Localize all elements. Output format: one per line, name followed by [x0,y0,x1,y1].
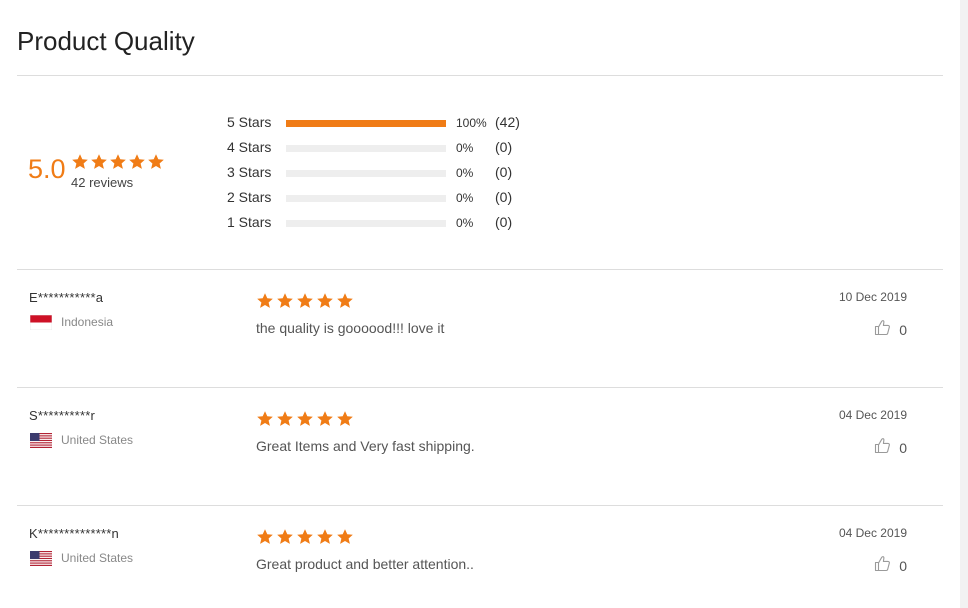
distribution-bar [286,120,446,127]
distribution-bar [286,145,446,152]
helpful-button[interactable]: 0 [874,437,907,459]
average-score: 5.0 [28,154,66,184]
review-text: Great product and better attention.. [256,556,474,572]
star-icon [277,293,293,308]
star-icon [148,154,164,169]
star-icon [297,411,313,426]
helpful-button[interactable]: 0 [874,319,907,341]
star-icon [317,411,333,426]
star-icon [257,529,273,544]
reviewer-name: E***********a [29,290,104,305]
distribution-label: 3 Stars [227,164,272,180]
star-icon [129,154,145,169]
review-item: K**************n United States Great pro… [17,506,943,608]
distribution-row-5[interactable]: 5 Stars 100% (42) [227,114,547,132]
star-icon [297,293,313,308]
star-icon [277,529,293,544]
distribution-row-2[interactable]: 2 Stars 0% (0) [227,189,547,207]
review-stars [256,528,354,546]
helpful-button[interactable]: 0 [874,555,907,577]
distribution-count: (0) [495,139,513,155]
review-date: 10 Dec 2019 [838,290,907,304]
reviewer-country: United States [61,433,134,447]
review-text: the quality is goooood!!! love it [256,320,445,336]
star-icon [72,154,88,169]
helpful-count: 0 [899,558,907,574]
helpful-count: 0 [899,322,907,338]
distribution-bar [286,170,446,177]
star-icon [91,154,107,169]
distribution-label: 4 Stars [227,139,272,155]
distribution-percent: 0% [456,216,474,230]
distribution-row-3[interactable]: 3 Stars 0% (0) [227,164,547,182]
review-item: S**********r United States Great Items a… [17,388,943,506]
star-icon [257,411,273,426]
star-icon [317,529,333,544]
thumbs-up-icon [874,555,891,577]
scrollbar-track[interactable] [960,0,968,608]
page-title: Product Quality [17,26,195,56]
reviewer-name: K**************n [29,526,119,541]
distribution-row-4[interactable]: 4 Stars 0% (0) [227,139,547,157]
indonesia-flag-icon [30,315,52,330]
helpful-count: 0 [899,440,907,456]
distribution-count: (42) [495,114,520,130]
us-flag-icon [30,551,52,566]
distribution-row-1[interactable]: 1 Stars 0% (0) [227,214,547,232]
average-stars [71,153,165,171]
reviewer-country: United States [61,551,134,565]
review-date: 04 Dec 2019 [838,408,907,422]
distribution-percent: 100% [456,116,487,130]
star-icon [337,529,353,544]
distribution-bar [286,220,446,227]
review-text: Great Items and Very fast shipping. [256,438,475,454]
us-flag-icon [30,433,52,448]
distribution-count: (0) [495,189,513,205]
distribution-percent: 0% [456,191,474,205]
review-date: 04 Dec 2019 [838,526,907,540]
distribution-percent: 0% [456,141,474,155]
reviewer-name: S**********r [29,408,95,423]
distribution-label: 2 Stars [227,189,272,205]
star-icon [337,411,353,426]
star-icon [277,411,293,426]
star-icon [337,293,353,308]
review-item: E***********a Indonesia the quality is g… [17,270,943,388]
divider [17,75,943,76]
review-count: 42 reviews [71,175,134,190]
star-icon [110,154,126,169]
reviewer-country: Indonesia [61,315,114,329]
review-stars [256,292,354,310]
distribution-label: 5 Stars [227,114,272,130]
star-icon [257,293,273,308]
thumbs-up-icon [874,437,891,459]
distribution-bar [286,195,446,202]
review-stars [256,410,354,428]
thumbs-up-icon [874,319,891,341]
distribution-count: (0) [495,214,513,230]
distribution-percent: 0% [456,166,474,180]
star-icon [297,529,313,544]
star-icon [317,293,333,308]
distribution-bar-fill [286,120,446,127]
distribution-count: (0) [495,164,513,180]
distribution-label: 1 Stars [227,214,272,230]
